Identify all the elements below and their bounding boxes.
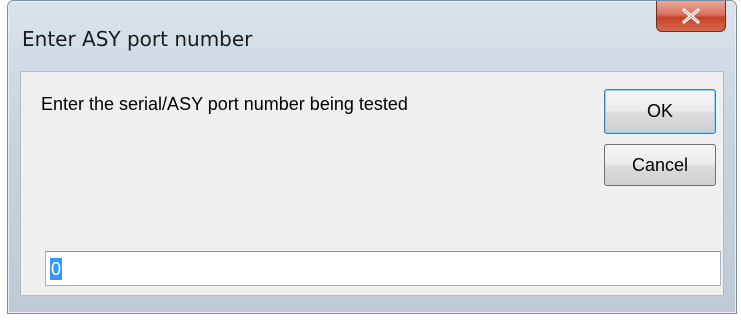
prompt-label: Enter the serial/ASY port number being t… — [41, 94, 408, 114]
ok-button-label: OK — [646, 101, 673, 121]
close-button[interactable] — [656, 1, 726, 32]
input-value: 0 — [50, 257, 63, 280]
window-title: Enter ASY port number — [22, 27, 253, 51]
dialog-window: Enter ASY port number Enter the serial/A… — [7, 0, 737, 314]
title-bar[interactable]: Enter ASY port number — [8, 1, 736, 71]
close-icon — [682, 8, 700, 24]
cancel-button[interactable]: Cancel — [604, 144, 716, 186]
port-number-input[interactable]: 0 — [45, 251, 721, 286]
ok-button[interactable]: OK — [604, 89, 716, 134]
cancel-button-label: Cancel — [631, 154, 689, 175]
dialog-content: Enter the serial/ASY port number being t… — [20, 71, 724, 296]
